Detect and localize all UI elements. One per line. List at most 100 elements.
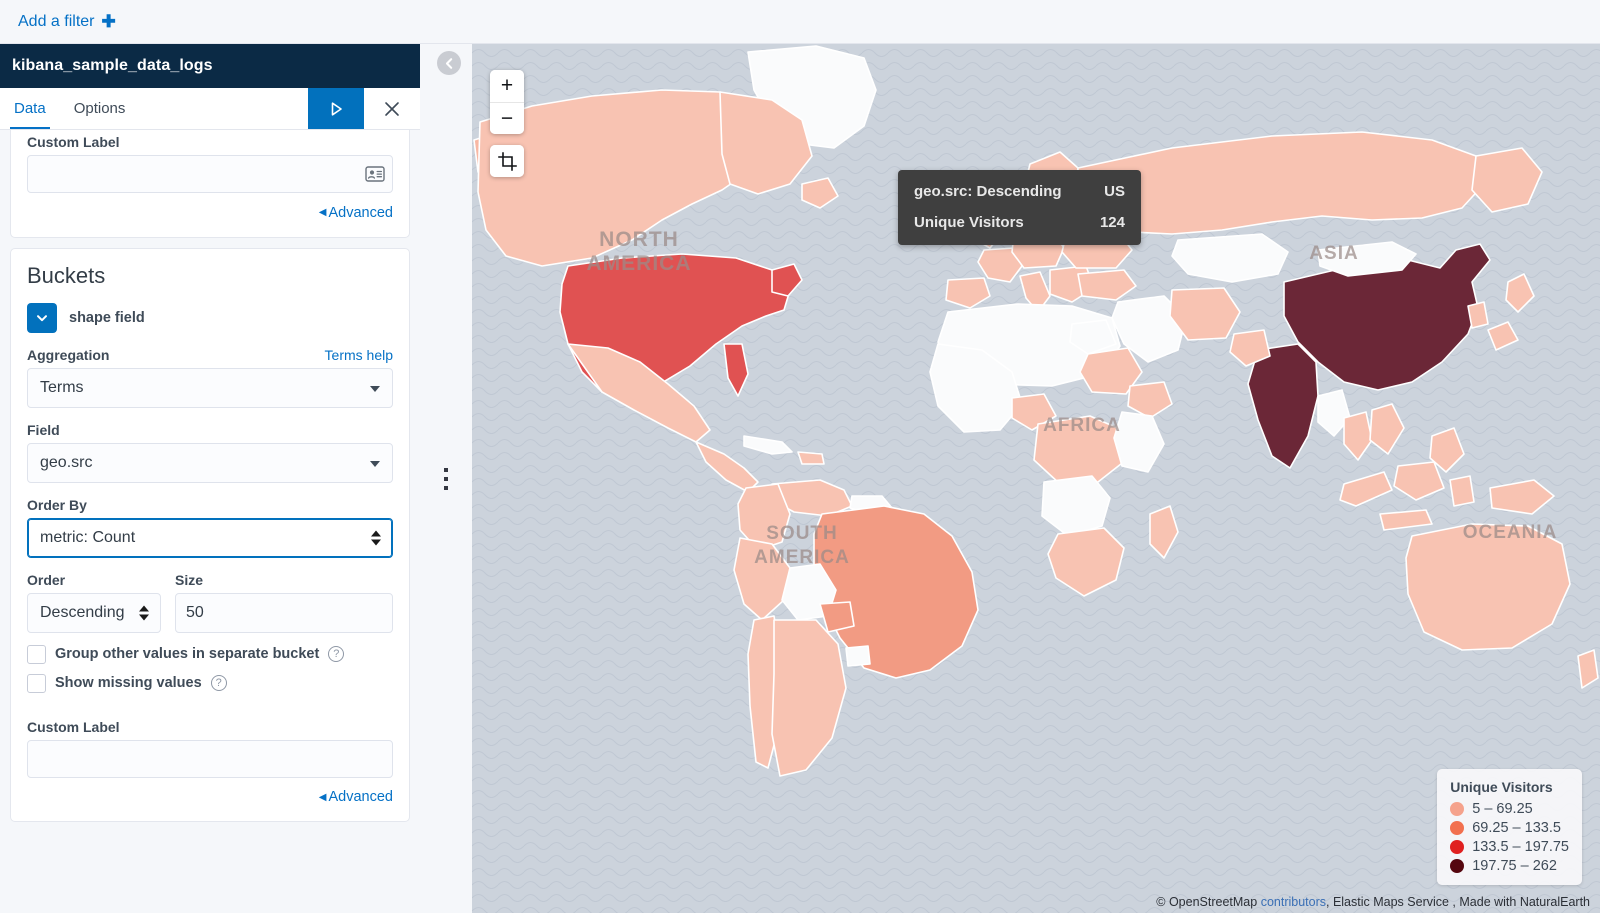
legend-label: 133.5 – 197.75 xyxy=(1472,839,1569,855)
legend-label: 5 – 69.25 xyxy=(1472,801,1533,817)
panel-resize-handle[interactable] xyxy=(420,44,472,913)
bucket-collapse-toggle[interactable] xyxy=(27,302,57,333)
order-group: Order Descending xyxy=(27,572,161,633)
field-select[interactable]: geo.src xyxy=(27,442,393,483)
apply-changes-button[interactable] xyxy=(308,88,364,129)
tab-data-label: Data xyxy=(14,100,46,117)
order-by-select-value: metric: Count xyxy=(40,528,136,546)
field-label: Field xyxy=(27,421,60,438)
aggregation-select[interactable]: Terms xyxy=(27,367,393,408)
add-filter-label: Add a filter xyxy=(18,12,95,30)
map-tooltip: geo.src: Descending US Unique Visitors 1… xyxy=(898,170,1141,245)
visualization-editor-panel: kibana_sample_data_logs Data Options Cus… xyxy=(0,44,420,913)
add-filter-button[interactable]: Add a filter ✚ xyxy=(18,13,116,31)
country-korea xyxy=(1467,301,1489,329)
legend-swatch xyxy=(1450,802,1465,816)
help-icon[interactable]: ? xyxy=(328,646,345,662)
continent-label-south: SOUTH xyxy=(766,523,838,544)
order-by-group: Order By metric: Count xyxy=(27,497,393,558)
tooltip-key-metric: Unique Visitors xyxy=(914,214,1024,231)
bucket-advanced-row: ◀ Advanced xyxy=(27,787,393,805)
close-editor-button[interactable] xyxy=(364,88,420,129)
metric-advanced-toggle[interactable]: ◀ Advanced xyxy=(319,205,393,221)
metric-custom-label-title: Custom Label xyxy=(27,134,120,150)
osm-contributors-link[interactable]: contributors xyxy=(1261,895,1326,909)
attribution-prefix: © OpenStreetMap xyxy=(1156,895,1261,909)
tooltip-value-bucket: US xyxy=(1104,183,1125,200)
grip-dots-icon xyxy=(444,467,448,490)
group-other-row: Group other values in separate bucket ? xyxy=(27,644,393,664)
country-sulawesi xyxy=(1449,475,1475,507)
map-controls: + − xyxy=(490,70,524,177)
zoom-out-button[interactable]: − xyxy=(490,102,524,134)
bucket-advanced-toggle[interactable]: ◀ Advanced xyxy=(319,789,393,805)
bucket-advanced-label: Advanced xyxy=(328,789,394,805)
map-attribution: © OpenStreetMap contributors, Elastic Ma… xyxy=(1156,895,1590,909)
aggregation-group: Aggregation Terms help Terms xyxy=(27,347,393,408)
tab-data[interactable]: Data xyxy=(0,88,60,129)
metric-advanced-label: Advanced xyxy=(328,204,394,221)
attribution-rest: , Elastic Maps Service , Made with Natur… xyxy=(1326,895,1590,909)
continent-label-america-n: AMERICA xyxy=(587,252,692,275)
legend-label: 69.25 – 133.5 xyxy=(1472,820,1561,836)
continent-label-africa: AFRICA xyxy=(1043,415,1121,436)
group-other-checkbox[interactable] xyxy=(27,644,46,664)
tooltip-row: geo.src: Descending US xyxy=(914,183,1125,200)
fit-to-bounds-button[interactable] xyxy=(490,145,524,177)
continent-label-america-s: AMERICA xyxy=(754,547,850,568)
chevron-down-icon xyxy=(37,314,47,321)
close-icon xyxy=(385,101,399,116)
terms-help-link[interactable]: Terms help xyxy=(325,347,393,363)
buckets-title: Buckets xyxy=(27,262,106,288)
legend-item: 197.75 – 262 xyxy=(1450,858,1569,874)
show-missing-row: Show missing values ? xyxy=(27,673,393,693)
order-select-value: Descending xyxy=(40,603,125,621)
size-group: Size xyxy=(175,572,393,633)
chevron-down-icon xyxy=(370,460,380,467)
tooltip-value-metric: 124 xyxy=(1099,214,1125,231)
legend-item: 69.25 – 133.5 xyxy=(1450,820,1569,836)
group-other-label: Group other values in separate bucket xyxy=(55,646,320,662)
plus-icon: ✚ xyxy=(101,12,116,31)
chevron-down-icon xyxy=(370,385,380,392)
filter-bar: Add a filter ✚ xyxy=(0,0,1600,44)
fit-control-group xyxy=(490,145,524,177)
continent-label-north: NORTH xyxy=(599,228,679,251)
country-kazakhstan xyxy=(1171,233,1289,283)
tab-options[interactable]: Options xyxy=(60,88,140,129)
chevron-left-icon xyxy=(445,57,452,69)
editor-scroll-region[interactable]: Custom Label ◀ Advanced Buckets shape fi… xyxy=(0,130,420,913)
metric-custom-label-input[interactable] xyxy=(27,155,393,193)
tab-options-label: Options xyxy=(73,100,126,117)
tooltip-key-bucket: geo.src: Descending xyxy=(914,183,1062,200)
id-card-icon[interactable] xyxy=(365,166,385,183)
bucket-custom-label-input[interactable] xyxy=(27,739,393,778)
caret-left-icon: ◀ xyxy=(318,207,327,218)
zoom-control-group: + − xyxy=(490,70,524,134)
show-missing-label: Show missing values xyxy=(55,675,202,691)
bucket-header-row: shape field xyxy=(27,302,393,333)
show-missing-checkbox[interactable] xyxy=(27,673,46,693)
help-icon[interactable]: ? xyxy=(210,675,227,691)
collapse-panel-button[interactable] xyxy=(437,51,461,75)
index-pattern-title: kibana_sample_data_logs xyxy=(0,44,420,88)
legend-item: 133.5 – 197.75 xyxy=(1450,839,1569,855)
tabs-spacer xyxy=(139,88,308,129)
bucket-type-label: shape field xyxy=(69,309,145,326)
aggregation-label: Aggregation xyxy=(27,346,110,363)
legend-title: Unique Visitors xyxy=(1450,779,1553,795)
field-select-value: geo.src xyxy=(40,453,93,471)
play-triangle-icon xyxy=(331,101,342,116)
metric-advanced-row: ◀ Advanced xyxy=(27,202,393,221)
crop-icon xyxy=(497,151,517,171)
zoom-in-button[interactable]: + xyxy=(490,70,524,102)
order-select[interactable]: Descending xyxy=(27,592,161,633)
size-input[interactable] xyxy=(175,592,393,633)
country-uruguay xyxy=(845,645,871,667)
order-by-select[interactable]: metric: Count xyxy=(27,517,393,558)
legend-item: 5 – 69.25 xyxy=(1450,801,1569,817)
legend-swatch xyxy=(1450,840,1465,854)
country-hispaniola xyxy=(797,451,825,465)
legend-swatch xyxy=(1450,821,1465,835)
choropleth-map[interactable]: NORTH AMERICA SOUTH AMERICA AFRICA ASIA … xyxy=(472,44,1600,913)
